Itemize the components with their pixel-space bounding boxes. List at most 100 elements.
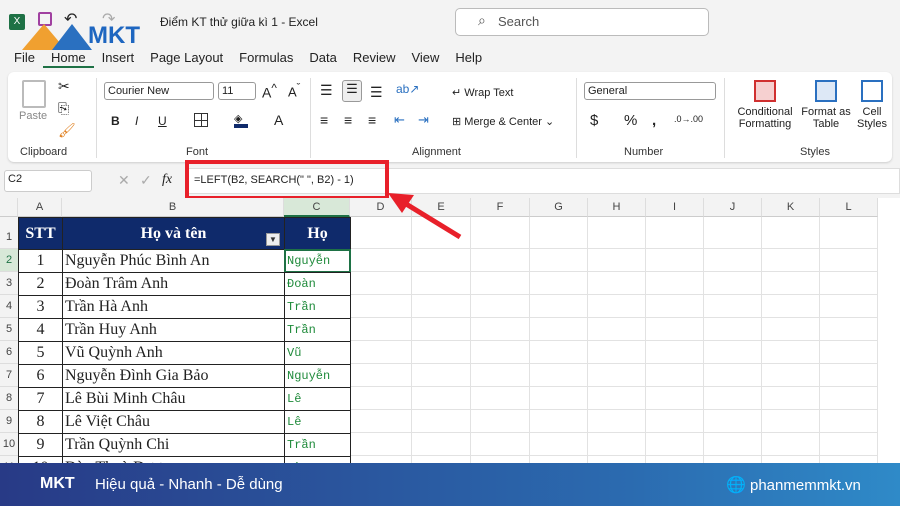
column-header-g[interactable]: G	[530, 198, 588, 217]
increase-font-icon[interactable]: A^	[262, 82, 277, 101]
cell-ho[interactable]: Nguyễn	[284, 364, 351, 388]
column-header-a[interactable]: A	[18, 198, 62, 217]
orientation-icon[interactable]: ab↗	[396, 82, 419, 96]
cancel-icon[interactable]: ✕	[118, 172, 130, 189]
tab-page-layout[interactable]: Page Layout	[142, 48, 231, 68]
header-ho-va-ten[interactable]: Họ và tên	[62, 217, 285, 250]
format-as-table-button[interactable]: Format as Table	[800, 80, 852, 130]
cell-ho[interactable]: Trần	[284, 318, 351, 342]
column-header-l[interactable]: L	[820, 198, 878, 217]
comma-icon[interactable]: ,	[652, 112, 656, 129]
search-box[interactable]: ⌕ Search	[455, 8, 709, 36]
cell-stt[interactable]: 5	[18, 341, 63, 365]
align-center-icon[interactable]: ≡	[344, 112, 352, 128]
cell-ho[interactable]: Trần	[284, 433, 351, 457]
cell-name[interactable]: Lê Việt Châu	[62, 410, 285, 434]
decrease-font-icon[interactable]: Aˇ	[288, 82, 300, 99]
increase-indent-icon[interactable]: ⇥	[418, 112, 429, 128]
cell-styles-button[interactable]: Cell Styles	[854, 80, 890, 130]
font-size-dropdown[interactable]: 11	[218, 82, 256, 100]
row-header-3[interactable]: 3	[0, 272, 18, 295]
cell-ho-selected[interactable]: Nguyễn	[284, 249, 351, 273]
tab-insert[interactable]: Insert	[94, 48, 143, 68]
cell-ho[interactable]: Lê	[284, 410, 351, 434]
tab-formulas[interactable]: Formulas	[231, 48, 301, 68]
select-all-corner[interactable]	[0, 198, 18, 217]
cell-stt[interactable]: 4	[18, 318, 63, 342]
row-header-9[interactable]: 9	[0, 410, 18, 433]
tab-file[interactable]: File	[6, 48, 43, 68]
align-top-icon[interactable]: ☰	[320, 82, 333, 99]
cell-name[interactable]: Nguyễn Đình Gia Bảo	[62, 364, 285, 388]
wrap-text-button[interactable]: ↵ Wrap Text	[452, 86, 513, 99]
row-header-8[interactable]: 8	[0, 387, 18, 410]
bold-button[interactable]: B	[111, 114, 120, 128]
cell-stt[interactable]: 1	[18, 249, 63, 273]
row-header-5[interactable]: 5	[0, 318, 18, 341]
column-header-c[interactable]: C	[284, 198, 350, 217]
align-middle-icon[interactable]: ☰	[342, 80, 362, 102]
fill-color-icon[interactable]: ◈	[234, 112, 248, 128]
currency-icon[interactable]: $	[590, 112, 598, 129]
cell-name[interactable]: Trần Quỳnh Chi	[62, 433, 285, 457]
name-box[interactable]: C2	[4, 170, 92, 192]
cell-ho[interactable]: Trần	[284, 295, 351, 319]
insert-function-button[interactable]: fx	[162, 172, 172, 188]
cell-stt[interactable]: 2	[18, 272, 63, 296]
borders-icon[interactable]	[194, 113, 208, 127]
cell-ho[interactable]: Đoàn	[284, 272, 351, 296]
column-header-b[interactable]: B	[62, 198, 284, 217]
filter-dropdown-icon[interactable]: ▼	[266, 233, 280, 246]
cell-name[interactable]: Trần Huy Anh	[62, 318, 285, 342]
header-stt[interactable]: STT	[18, 217, 63, 250]
font-color-icon[interactable]: A	[274, 112, 283, 128]
row-header-7[interactable]: 7	[0, 364, 18, 387]
tab-home[interactable]: Home	[42, 48, 94, 68]
tab-view[interactable]: View	[403, 48, 447, 68]
conditional-formatting-button[interactable]: Conditional Formatting	[730, 80, 800, 130]
tab-review[interactable]: Review	[345, 48, 404, 68]
row-header-4[interactable]: 4	[0, 295, 18, 318]
align-bottom-icon[interactable]: ☰	[370, 84, 383, 101]
cell-stt[interactable]: 3	[18, 295, 63, 319]
enter-icon[interactable]: ✓	[140, 172, 152, 189]
tab-data[interactable]: Data	[301, 48, 344, 68]
column-header-h[interactable]: H	[588, 198, 646, 217]
align-right-icon[interactable]: ≡	[368, 112, 376, 128]
align-left-icon[interactable]: ≡	[320, 112, 328, 128]
row-header-6[interactable]: 6	[0, 341, 18, 364]
row-header-1[interactable]: 1	[0, 217, 18, 249]
column-header-i[interactable]: I	[646, 198, 704, 217]
header-ho[interactable]: Họ	[284, 217, 351, 250]
number-format-dropdown[interactable]: General	[584, 82, 716, 100]
cell-name[interactable]: Trần Hà Anh	[62, 295, 285, 319]
cell-stt[interactable]: 7	[18, 387, 63, 411]
cell-name[interactable]: Đoàn Trâm Anh	[62, 272, 285, 296]
column-header-j[interactable]: J	[704, 198, 762, 217]
cell-ho[interactable]: Vũ	[284, 341, 351, 365]
paste-icon[interactable]	[22, 80, 46, 108]
cut-icon[interactable]: ✂	[58, 78, 70, 95]
paste-button[interactable]: Paste	[19, 110, 47, 122]
column-header-f[interactable]: F	[471, 198, 530, 217]
tab-help[interactable]: Help	[447, 48, 490, 68]
format-painter-icon[interactable]: 🖌	[58, 122, 76, 139]
footer-website[interactable]: phanmemmkt.vn	[750, 477, 861, 494]
column-header-k[interactable]: K	[762, 198, 820, 217]
decrease-indent-icon[interactable]: ⇤	[394, 112, 405, 128]
cell-stt[interactable]: 8	[18, 410, 63, 434]
cell-name[interactable]: Nguyễn Phúc Bình An	[62, 249, 285, 273]
row-header-10[interactable]: 10	[0, 433, 18, 456]
cell-stt[interactable]: 9	[18, 433, 63, 457]
cell-name[interactable]: Vũ Quỳnh Anh	[62, 341, 285, 365]
underline-button[interactable]: U	[158, 114, 167, 128]
cell-ho[interactable]: Lê	[284, 387, 351, 411]
increase-decimal-icon[interactable]: .0→.00	[674, 114, 703, 124]
cell-name[interactable]: Lê Bùi Minh Châu	[62, 387, 285, 411]
merge-center-button[interactable]: ⊞ Merge & Center ⌄	[452, 115, 554, 128]
cell-stt[interactable]: 6	[18, 364, 63, 388]
copy-icon[interactable]: ⎘	[58, 100, 69, 117]
font-name-dropdown[interactable]: Courier New	[104, 82, 214, 100]
row-header-2[interactable]: 2	[0, 249, 18, 272]
italic-button[interactable]: I	[135, 114, 138, 128]
